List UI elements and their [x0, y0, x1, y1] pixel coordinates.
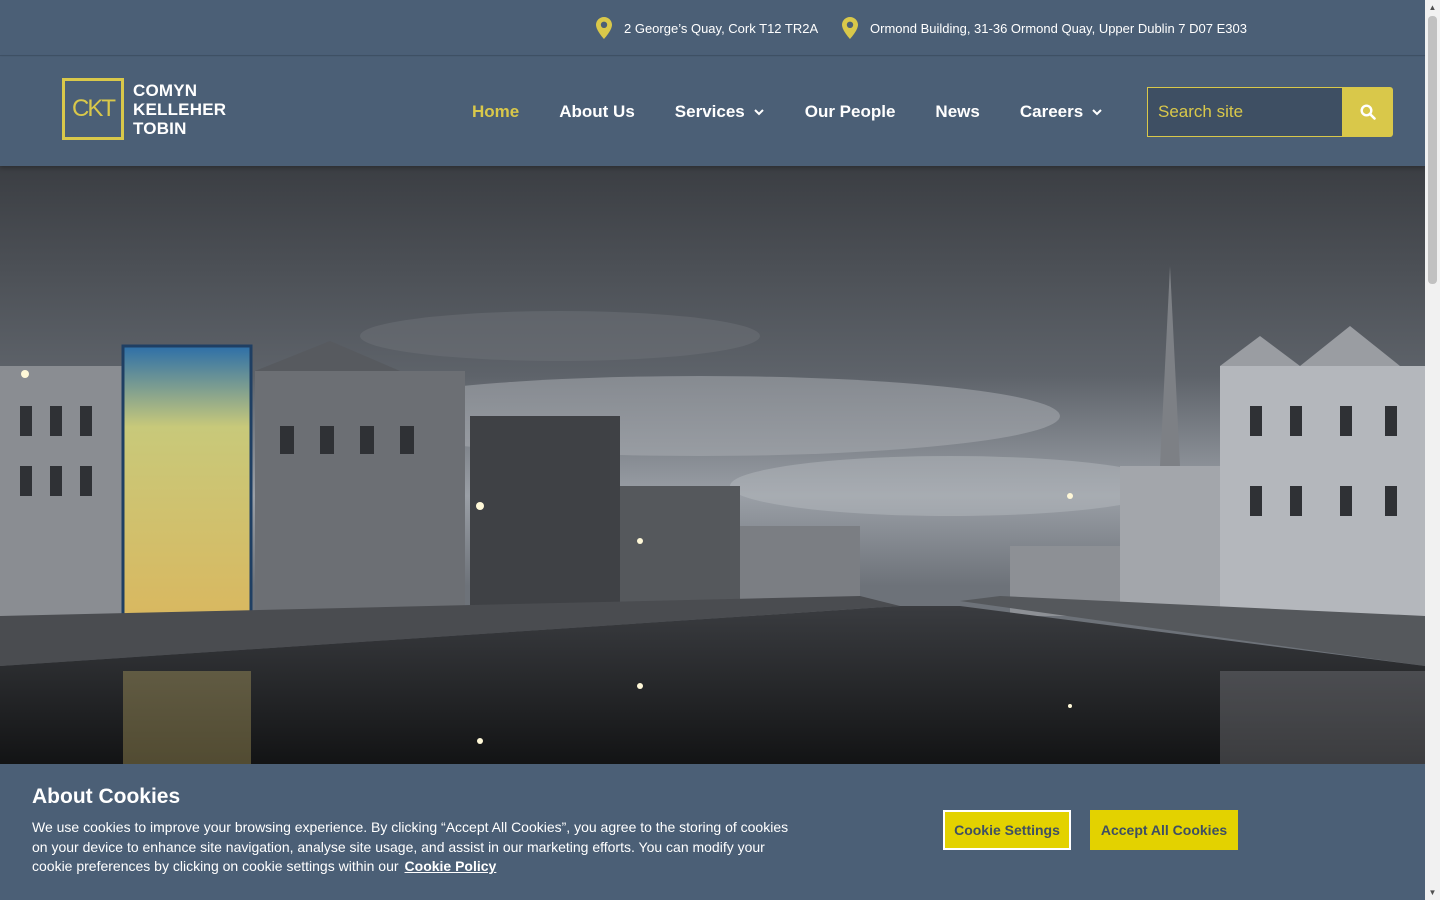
- logo-wordmark: COMYN KELLEHER TOBIN: [133, 81, 226, 138]
- vertical-scrollbar[interactable]: ▲ ▼: [1425, 0, 1440, 900]
- logo-line-3: TOBIN: [133, 118, 187, 138]
- search-input[interactable]: [1147, 87, 1342, 137]
- site-header: CKT COMYN KELLEHER TOBIN Home About Us S…: [0, 57, 1425, 166]
- nav-item-careers[interactable]: Careers: [1020, 102, 1103, 122]
- nav-item-our-people[interactable]: Our People: [805, 102, 896, 122]
- nav-item-home[interactable]: Home: [472, 102, 519, 122]
- address-cork-text: 2 George’s Quay, Cork T12 TR2A: [624, 20, 819, 36]
- scrollbar-thumb[interactable]: [1428, 16, 1437, 284]
- cookie-banner: About Cookies We use cookies to improve …: [0, 764, 1425, 900]
- cookie-title: About Cookies: [32, 785, 181, 808]
- location-pin-icon: [596, 17, 612, 39]
- nav-item-about-us[interactable]: About Us: [559, 102, 635, 122]
- cookie-policy-link[interactable]: Cookie Policy: [405, 858, 497, 874]
- nav-item-label: About Us: [559, 101, 635, 121]
- nav-item-label: Services: [674, 101, 745, 121]
- nav-item-label: Careers: [1019, 101, 1084, 121]
- logo-line-2: KELLEHER: [133, 99, 227, 119]
- address-dublin-text: Ormond Building, 31-36 Ormond Quay, Uppe…: [870, 20, 1247, 36]
- nav-item-label: Our People: [804, 101, 896, 121]
- main-nav: Home About Us Services Our People News C…: [472, 57, 1143, 166]
- nav-item-label: News: [935, 101, 980, 121]
- chevron-down-icon: [754, 108, 764, 115]
- location-pin-icon: [842, 17, 858, 39]
- address-dublin: Ormond Building, 31-36 Ormond Quay, Uppe…: [842, 0, 1247, 56]
- site-logo[interactable]: CKT COMYN KELLEHER TOBIN: [62, 78, 226, 140]
- chevron-down-icon: [1092, 108, 1102, 115]
- scroll-up-arrow-icon[interactable]: ▲: [1425, 0, 1440, 15]
- scroll-down-arrow-icon[interactable]: ▼: [1425, 885, 1440, 900]
- search-button[interactable]: [1342, 87, 1393, 137]
- address-bar: 2 George’s Quay, Cork T12 TR2A Ormond Bu…: [0, 0, 1425, 56]
- hero-image: [0, 166, 1425, 766]
- nav-item-services[interactable]: Services: [675, 102, 765, 122]
- search-form: [1147, 87, 1393, 137]
- cookie-description: We use cookies to improve your browsing …: [32, 818, 792, 877]
- nav-item-label: Home: [472, 101, 520, 121]
- hero-cityscape-illustration: [0, 166, 1425, 766]
- cookie-settings-button[interactable]: Cookie Settings: [943, 810, 1071, 850]
- address-cork: 2 George’s Quay, Cork T12 TR2A: [596, 0, 818, 56]
- search-icon: [1359, 104, 1376, 120]
- page: 2 George’s Quay, Cork T12 TR2A Ormond Bu…: [0, 0, 1425, 900]
- accept-all-cookies-button[interactable]: Accept All Cookies: [1090, 810, 1238, 850]
- logo-line-1: COMYN: [133, 80, 198, 100]
- nav-item-news[interactable]: News: [935, 102, 979, 122]
- logo-mark: CKT: [62, 78, 124, 140]
